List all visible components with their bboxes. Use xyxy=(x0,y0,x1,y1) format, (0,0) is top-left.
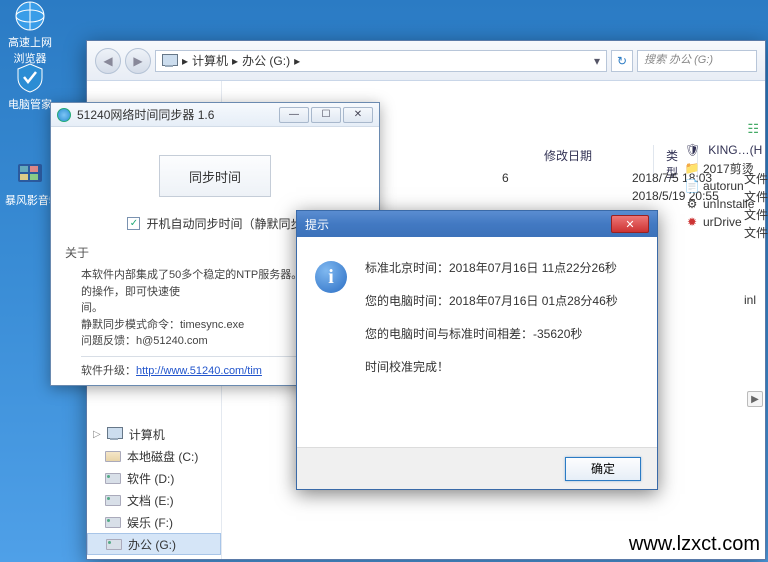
desktop-icon-label: 电脑管家 xyxy=(4,96,56,112)
desktop-icon-label: 暴风影音5 xyxy=(4,192,56,208)
shield-icon xyxy=(14,62,46,94)
drive-icon xyxy=(105,451,121,462)
timesync-titlebar[interactable]: 51240网络时间同步器 1.6 — ☐ ✕ xyxy=(51,103,379,127)
watermark: www.lzxct.com xyxy=(629,533,760,556)
chevron-right-icon: ▸ xyxy=(232,54,238,68)
dialog-titlebar[interactable]: 提示 ✕ xyxy=(297,211,657,237)
exe-icon: ⚙ xyxy=(685,197,699,211)
sidebar-item-label: 本地磁盘 (C:) xyxy=(127,448,198,465)
explorer-toolbar: ◀ ▶ ▸ 计算机 ▸ 办公 (G:) ▸ ▾ ↻ 搜索 办公 (G:) xyxy=(87,41,765,81)
sidebar-item-label: 软件 (D:) xyxy=(127,470,174,487)
sidebar-item-drive-g[interactable]: 办公 (G:) xyxy=(87,533,221,555)
message-dialog: 提示 ✕ i 标准北京时间：2018年07月16日 11点22分26秒 您的电脑… xyxy=(296,210,658,490)
dialog-title: 提示 xyxy=(305,216,329,233)
breadcrumb-segment[interactable]: 办公 (G:) xyxy=(242,52,290,69)
list-item[interactable]: ✹urDrive xyxy=(685,213,765,231)
sidebar-item-label: 娱乐 (F:) xyxy=(127,514,173,531)
app-icon: ✹ xyxy=(685,215,699,229)
refresh-button[interactable]: ↻ xyxy=(611,50,633,72)
upgrade-label: 软件升级： xyxy=(81,365,136,377)
config-icon: 📄 xyxy=(685,179,699,193)
chevron-right-icon: ▸ xyxy=(294,54,300,68)
list-item[interactable]: ⚙unInstalle xyxy=(685,195,765,213)
drive-icon xyxy=(105,495,121,506)
drive-icon xyxy=(105,517,121,528)
folder-icon: 📁 xyxy=(685,161,699,175)
sidebar-item-drive-e[interactable]: 文档 (E:) xyxy=(87,489,221,511)
search-input[interactable]: 搜索 办公 (G:) xyxy=(637,50,757,72)
nav-back-button[interactable]: ◀ xyxy=(95,48,121,74)
autostart-checkbox[interactable]: ✓ xyxy=(127,217,140,230)
sync-time-button[interactable]: 同步时间 xyxy=(159,155,271,197)
chevron-right-icon: ▸ xyxy=(182,54,188,68)
maximize-button[interactable]: ☐ xyxy=(311,107,341,123)
message-text: 标准北京时间：2018年07月16日 11点22分26秒 您的电脑时间：2018… xyxy=(365,259,618,391)
right-panel: 🛡 KING…(H 📁2017剪烫 📄autorun ⚙unInstalle ✹u… xyxy=(685,141,765,231)
nav-forward-button[interactable]: ▶ xyxy=(125,48,151,74)
computer-icon xyxy=(107,427,123,441)
desktop-icon-player[interactable]: 暴风影音5 xyxy=(4,158,56,208)
minimize-button[interactable]: — xyxy=(279,107,309,123)
upgrade-link[interactable]: http://www.51240.com/tim xyxy=(136,365,262,377)
sidebar-item-label: 计算机 xyxy=(129,426,165,443)
sidebar-item-label: 办公 (G:) xyxy=(128,536,176,553)
sidebar-item-drive-d[interactable]: 软件 (D:) xyxy=(87,467,221,489)
ok-button[interactable]: 确定 xyxy=(565,457,641,481)
media-icon xyxy=(14,158,46,190)
sidebar-item-drive-f[interactable]: 娱乐 (F:) xyxy=(87,511,221,533)
dropdown-icon[interactable]: ▾ xyxy=(594,54,600,68)
list-item[interactable]: 📄autorun xyxy=(685,177,765,195)
column-header-king[interactable]: KING…(H xyxy=(708,143,762,157)
info-icon: i xyxy=(315,261,347,293)
close-button[interactable]: ✕ xyxy=(343,107,373,123)
sidebar-item-drive-c[interactable]: 本地磁盘 (C:) xyxy=(87,445,221,467)
window-title: 51240网络时间同步器 1.6 xyxy=(77,106,214,123)
address-bar[interactable]: ▸ 计算机 ▸ 办公 (G:) ▸ ▾ xyxy=(155,50,607,72)
checkbox-label: 开机自动同步时间（静默同步 xyxy=(146,215,302,232)
shield-small-icon: 🛡 xyxy=(685,143,700,157)
sidebar-item-computer[interactable]: ▷ 计算机 xyxy=(87,423,221,445)
sidebar-item-label: 文档 (E:) xyxy=(127,492,174,509)
globe-icon xyxy=(14,0,46,32)
close-button[interactable]: ✕ xyxy=(611,215,649,233)
breadcrumb-segment[interactable]: 计算机 xyxy=(192,52,228,69)
list-item[interactable]: 📁2017剪烫 xyxy=(685,159,765,177)
drive-icon xyxy=(105,473,121,484)
app-icon xyxy=(57,108,71,122)
desktop-icon-guard[interactable]: 电脑管家 xyxy=(4,62,56,112)
desktop-icon-browser[interactable]: 高速上网浏览器 xyxy=(4,0,56,66)
drive-icon xyxy=(106,539,122,550)
scroll-right-button[interactable]: ▶ xyxy=(747,391,763,407)
computer-icon xyxy=(162,54,178,68)
